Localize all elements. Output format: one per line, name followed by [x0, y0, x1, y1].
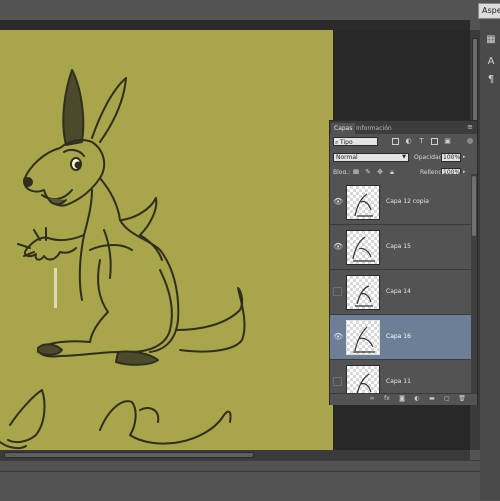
- panel-tabs: Capas Información ≡: [330, 121, 477, 134]
- opacity-dropdown-icon[interactable]: ▸: [463, 153, 466, 162]
- layer-name[interactable]: Capa 12 copia: [386, 198, 429, 206]
- layer-row[interactable]: 👁︎ Capa 15: [330, 225, 471, 270]
- layer-row[interactable]: Capa 14: [330, 270, 471, 315]
- blend-mode-select[interactable]: Normal ▼: [333, 153, 409, 162]
- layers-scrollbar[interactable]: [471, 174, 477, 393]
- scrollbar-thumb[interactable]: [4, 452, 254, 458]
- trash-icon[interactable]: 🗑︎: [458, 395, 466, 403]
- layer-thumbnail: [346, 365, 380, 393]
- right-dock: ▦ A ¶: [480, 20, 500, 500]
- layer-thumbnail: [346, 230, 380, 265]
- layer-name[interactable]: Capa 11: [386, 378, 411, 386]
- type-icon[interactable]: A: [485, 56, 497, 68]
- filter-kind-label: Tipo: [340, 139, 353, 146]
- status-bar: [0, 460, 480, 501]
- blend-mode-value: Normal: [336, 154, 358, 161]
- opacity-input[interactable]: 100%: [441, 153, 461, 162]
- options-bar: [0, 0, 500, 30]
- link-icon[interactable]: ∞: [368, 395, 376, 403]
- smart-object-filter-icon[interactable]: ▣: [444, 138, 451, 145]
- document-tab-strip: [0, 20, 470, 30]
- layer-name[interactable]: Capa 15: [386, 243, 411, 251]
- shape-filter-icon[interactable]: [431, 138, 438, 145]
- canvas-horizontal-scrollbar[interactable]: [0, 450, 470, 460]
- layer-thumbnail: [346, 185, 380, 220]
- adjustment-icon[interactable]: ◐: [413, 395, 421, 403]
- eye-icon[interactable]: 👁︎: [333, 242, 343, 251]
- eye-icon[interactable]: 👁︎: [333, 332, 343, 341]
- layer-row[interactable]: 👁︎ Capa 12 copia: [330, 180, 471, 225]
- filter-row: ⌕ Tipo ◐ T ▣: [330, 135, 477, 148]
- layer-thumbnail: [346, 320, 380, 355]
- layer-thumbnail: [346, 275, 380, 310]
- drawing-canvas[interactable]: [0, 30, 333, 450]
- layers-list: 👁︎ Capa 12 copia 👁︎ Capa 15 Capa 14 👁︎ C…: [330, 174, 471, 393]
- layer-name[interactable]: Capa 14: [386, 288, 411, 296]
- tab-layers[interactable]: Capas: [331, 123, 356, 134]
- layer-row[interactable]: Capa 11: [330, 360, 471, 393]
- fx-icon[interactable]: fx: [383, 395, 391, 403]
- hidden-eye-icon[interactable]: [333, 377, 342, 386]
- layers-panel: Capas Información ≡ ⌕ Tipo ◐ T ▣ Normal …: [329, 120, 478, 405]
- panel-footer: ∞ fx ◙ ◐ ▬ ▢ 🗑︎: [330, 393, 477, 405]
- filter-toggle[interactable]: [467, 138, 473, 144]
- adjustment-filter-icon[interactable]: ◐: [405, 138, 412, 145]
- hidden-eye-icon[interactable]: [333, 287, 342, 296]
- blend-row: Normal ▼ Opacidad: 100% ▸: [330, 151, 477, 164]
- mask-icon[interactable]: ◙: [398, 395, 406, 403]
- type-filter-icon[interactable]: T: [418, 138, 425, 145]
- grid-icon[interactable]: ▦: [485, 34, 497, 46]
- paragraph-icon[interactable]: ¶: [485, 74, 497, 86]
- tab-information[interactable]: Información: [353, 123, 395, 134]
- panel-menu-icon[interactable]: ≡: [467, 123, 473, 131]
- new-layer-icon[interactable]: ▢: [443, 395, 451, 403]
- kangaroo-sketch: [0, 69, 246, 450]
- search-icon: ⌕: [335, 139, 339, 146]
- layer-row-selected[interactable]: 👁︎ Capa 16: [330, 315, 471, 360]
- scrollbar-thumb[interactable]: [472, 176, 476, 236]
- chevron-down-icon: ▼: [402, 154, 406, 160]
- filter-kind-select[interactable]: ⌕ Tipo: [333, 137, 378, 146]
- layer-name[interactable]: Capa 16: [386, 333, 411, 341]
- pixel-filter-icon[interactable]: [392, 138, 399, 145]
- aspect-button[interactable]: Aspecto: [478, 3, 500, 19]
- divider: [0, 471, 480, 472]
- opacity-label: Opacidad:: [414, 154, 445, 161]
- eye-icon[interactable]: 👁︎: [333, 197, 343, 206]
- folder-icon[interactable]: ▬: [428, 395, 436, 403]
